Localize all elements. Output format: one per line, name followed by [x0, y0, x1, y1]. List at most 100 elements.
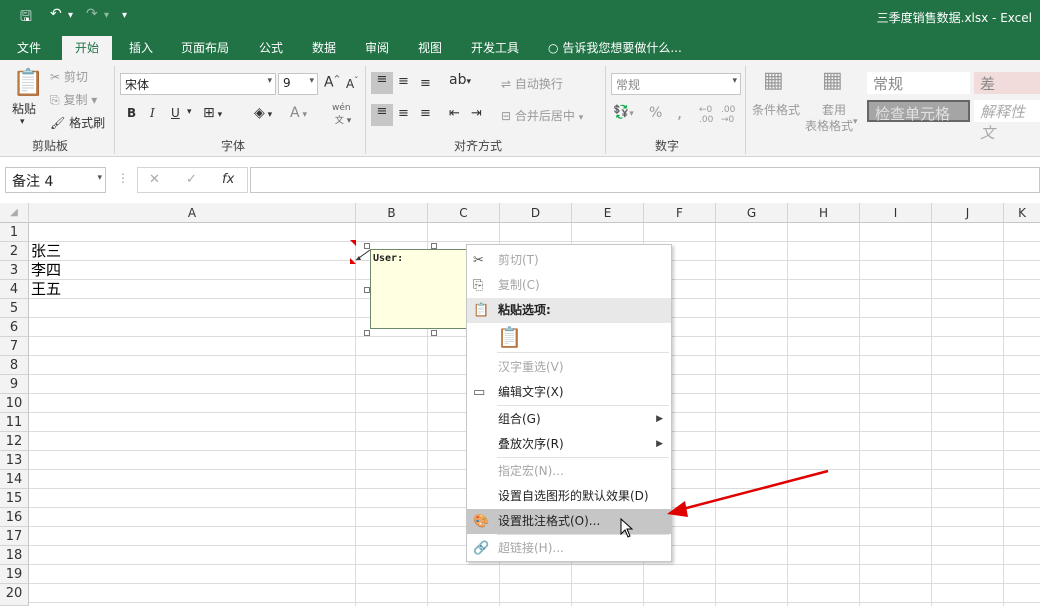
underline-dropdown-icon[interactable]: ▾ — [187, 107, 192, 117]
align-left-icon[interactable]: ≡ — [371, 104, 393, 126]
tab-developer[interactable]: 开发工具 — [471, 39, 519, 56]
table-format-icon[interactable]: ▦ — [822, 68, 843, 93]
orientation-icon[interactable]: ab▾ — [449, 72, 471, 88]
table-format-button[interactable]: 表格格式 — [805, 117, 853, 134]
conditional-format-button[interactable]: 条件格式 — [752, 101, 800, 118]
comma-button[interactable]: , — [677, 103, 682, 122]
column-header[interactable]: K — [1004, 203, 1040, 223]
column-header[interactable]: F — [644, 203, 716, 223]
paste-button[interactable]: 粘贴 — [12, 100, 36, 117]
format-painter-button[interactable]: 🖌 格式刷 — [50, 114, 105, 131]
cut-button[interactable]: ✂ 剪切 — [50, 68, 88, 85]
font-size-select[interactable]: 9 ▾ — [278, 73, 318, 95]
row-header[interactable]: 12 — [0, 432, 29, 451]
name-box[interactable]: 备注 4 ▾ — [5, 167, 106, 193]
tab-file[interactable]: 文件 — [17, 39, 41, 56]
number-format-select[interactable]: 常规 ▾ — [611, 73, 741, 95]
phonetic-icon[interactable]: wén 文 ▾ — [332, 103, 351, 126]
row-header[interactable]: 13 — [0, 451, 29, 470]
grow-font-icon[interactable]: A^ — [324, 74, 340, 91]
comment-box[interactable]: User: — [370, 249, 470, 329]
shrink-font-icon[interactable]: Aˇ — [346, 76, 358, 91]
style-bad[interactable]: 差 — [974, 72, 1040, 94]
row-header[interactable]: 8 — [0, 356, 29, 375]
row-header[interactable]: 7 — [0, 337, 29, 356]
menu-item-set-default-shape[interactable]: 设置自选图形的默认效果(D) — [467, 484, 671, 509]
row-header[interactable]: 10 — [0, 394, 29, 413]
row-header[interactable]: 4 — [0, 280, 29, 299]
tell-me-box[interactable]: ○ 告诉我您想要做什么... — [548, 39, 682, 56]
column-header[interactable]: A — [29, 203, 356, 223]
insert-function-icon[interactable]: fx — [222, 172, 234, 187]
italic-button[interactable]: I — [150, 106, 155, 120]
fill-color-icon[interactable]: ◈ ▾ — [254, 105, 272, 121]
tab-home[interactable]: 开始 — [62, 36, 113, 60]
column-header[interactable]: I — [860, 203, 932, 223]
column-header[interactable]: H — [788, 203, 860, 223]
align-top-icon[interactable]: ≡ — [371, 72, 393, 94]
row-header[interactable]: 2 — [0, 242, 29, 261]
row-header[interactable]: 17 — [0, 527, 29, 546]
column-header[interactable]: D — [500, 203, 572, 223]
tab-formulas[interactable]: 公式 — [259, 39, 283, 56]
row-header[interactable]: 6 — [0, 318, 29, 337]
column-header[interactable]: E — [572, 203, 644, 223]
column-header[interactable]: J — [932, 203, 1004, 223]
row-header[interactable]: 14 — [0, 470, 29, 489]
menu-item-cut[interactable]: ✂ 剪切(T) — [467, 248, 671, 273]
decrease-indent-icon[interactable]: ⇤ — [449, 106, 460, 121]
redo-icon[interactable]: ↷ — [86, 6, 98, 22]
cancel-icon[interactable]: ✕ — [149, 172, 160, 187]
row-header[interactable]: 16 — [0, 508, 29, 527]
menu-item-edit-text[interactable]: ▭ 编辑文字(X) — [467, 380, 671, 405]
column-header[interactable]: B — [356, 203, 428, 223]
row-header[interactable]: 1 — [0, 223, 29, 242]
menu-item-copy[interactable]: ⎘ 复制(C) — [467, 273, 671, 298]
redo-dropdown-icon[interactable]: ▾ — [104, 10, 109, 21]
align-center-icon[interactable]: ≡ — [398, 106, 409, 121]
formula-input[interactable] — [250, 167, 1040, 193]
cell-a3[interactable]: 李四 — [31, 261, 61, 280]
menu-item-group[interactable]: 组合(G) ▶ — [467, 407, 671, 432]
row-header[interactable]: 11 — [0, 413, 29, 432]
resize-handle[interactable] — [431, 243, 437, 249]
increase-indent-icon[interactable]: ⇥ — [471, 106, 482, 121]
paste-icon[interactable]: 📋 — [12, 68, 44, 98]
font-name-select[interactable]: 宋体 ▾ — [120, 73, 276, 95]
row-header[interactable]: 19 — [0, 565, 29, 584]
currency-icon[interactable]: 💱▾ — [613, 105, 634, 120]
customize-qat-icon[interactable]: ▾ — [122, 10, 127, 21]
row-header[interactable]: 3 — [0, 261, 29, 280]
style-normal[interactable]: 常规 — [867, 72, 970, 94]
style-explanatory[interactable]: 解释性文 — [974, 100, 1040, 142]
tab-review[interactable]: 审阅 — [365, 39, 389, 56]
row-header[interactable]: 5 — [0, 299, 29, 318]
menu-item-order[interactable]: 叠放次序(R) ▶ — [467, 432, 671, 457]
align-right-icon[interactable]: ≡ — [420, 106, 431, 121]
select-all-corner[interactable]: ◢ — [0, 203, 29, 223]
row-header[interactable]: 20 — [0, 584, 29, 606]
copy-button[interactable]: ⎘ 复制 ▾ — [50, 91, 97, 108]
row-header[interactable]: 9 — [0, 375, 29, 394]
cell-a4[interactable]: 王五 — [31, 280, 61, 299]
merge-center-button[interactable]: ⊟ 合并后居中 ▾ — [501, 107, 583, 124]
menu-item-reconvert[interactable]: 汉字重选(V) — [467, 355, 671, 380]
percent-button[interactable]: % — [649, 105, 662, 121]
border-icon[interactable]: ⊞ ▾ — [203, 105, 222, 121]
menu-item-hyperlink[interactable]: 🔗 超链接(H)... — [467, 536, 671, 561]
paste-option-icon[interactable]: 📋 — [497, 325, 522, 349]
resize-handle[interactable] — [364, 243, 370, 249]
column-header[interactable]: C — [428, 203, 500, 223]
menu-item-assign-macro[interactable]: 指定宏(N)... — [467, 459, 671, 484]
tab-data[interactable]: 数据 — [312, 39, 336, 56]
undo-icon[interactable]: ↶ — [50, 6, 62, 22]
row-header[interactable]: 15 — [0, 489, 29, 508]
paste-dropdown-icon[interactable]: ▾ — [20, 117, 25, 127]
tab-page-layout[interactable]: 页面布局 — [181, 39, 229, 56]
underline-button[interactable]: U — [171, 106, 180, 120]
tab-insert[interactable]: 插入 — [129, 39, 153, 56]
enter-icon[interactable]: ✓ — [186, 172, 197, 187]
bold-button[interactable]: B — [127, 106, 136, 120]
save-icon[interactable]: 🖫 — [20, 6, 32, 30]
undo-dropdown-icon[interactable]: ▾ — [68, 10, 73, 21]
